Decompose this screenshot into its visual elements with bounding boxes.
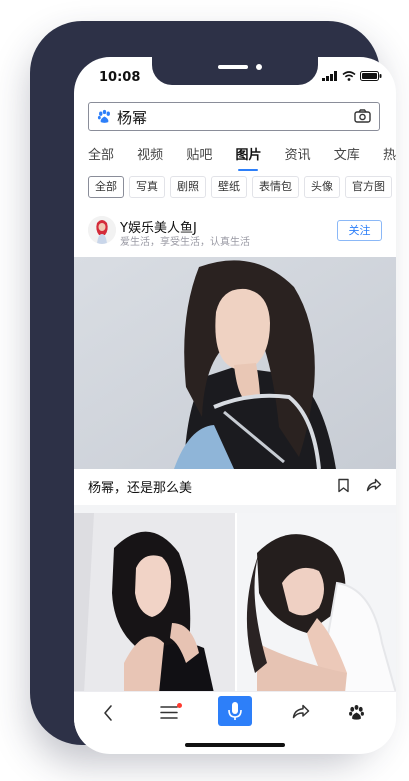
back-icon[interactable]	[102, 704, 114, 722]
chip-official[interactable]: 官方图	[345, 176, 392, 198]
post-header: Y娱乐美人鱼J 爱生活，享受生活，认真生活 关注	[88, 216, 382, 248]
search-input[interactable]: 杨幂	[117, 107, 147, 128]
chip-stills[interactable]: 剧照	[170, 176, 206, 198]
front-camera	[256, 64, 262, 70]
avatar[interactable]	[88, 216, 116, 244]
notification-dot	[177, 703, 182, 708]
tab-news[interactable]: 资讯	[285, 144, 311, 163]
author-tagline: 爱生活，享受生活，认真生活	[120, 237, 250, 248]
search-bar[interactable]: 杨幂	[88, 102, 380, 131]
search-tabs: 全部 视频 贴吧 图片 资讯 文库 热	[88, 144, 396, 171]
screen: 10:08 杨幂 全部 视频 贴吧 图片 资讯 文库 热 全部 写真 剧照 壁纸…	[74, 57, 396, 754]
battery-icon	[360, 71, 382, 81]
wifi-icon	[342, 71, 356, 81]
tab-images[interactable]: 图片	[235, 144, 261, 171]
tab-library[interactable]: 文库	[334, 144, 360, 163]
chip-avatar[interactable]: 头像	[304, 176, 340, 198]
share-icon[interactable]	[366, 478, 382, 492]
voice-search-button[interactable]	[218, 696, 252, 726]
camera-icon[interactable]	[354, 109, 371, 123]
microphone-icon	[228, 702, 242, 720]
home-indicator[interactable]	[185, 743, 285, 747]
forward-share-icon[interactable]	[292, 704, 310, 719]
filter-chips: 全部 写真 剧照 壁纸 表情包 头像 官方图	[88, 176, 396, 198]
grid-photo-right[interactable]	[237, 513, 396, 693]
chip-stickers[interactable]: 表情包	[252, 176, 299, 198]
bookmark-icon[interactable]	[337, 478, 350, 493]
chip-all[interactable]: 全部	[88, 176, 124, 198]
main-photo[interactable]	[74, 257, 396, 469]
speaker	[218, 65, 248, 69]
follow-button[interactable]: 关注	[337, 220, 382, 241]
chip-wallpaper[interactable]: 壁纸	[211, 176, 247, 198]
tab-tieba[interactable]: 贴吧	[186, 144, 212, 163]
section-divider	[74, 505, 396, 513]
status-time: 10:08	[99, 70, 141, 85]
status-icons	[322, 71, 382, 81]
signal-icon	[322, 71, 337, 81]
tab-hot[interactable]: 热	[383, 144, 396, 163]
baidu-paw-icon	[97, 109, 110, 123]
grid-photo-left[interactable]	[74, 513, 235, 693]
menu-icon	[160, 706, 178, 719]
chip-photoshoot[interactable]: 写真	[129, 176, 165, 198]
notch	[152, 57, 318, 85]
tab-video[interactable]: 视频	[137, 144, 163, 163]
post-caption: 杨幂，还是那么美	[88, 481, 193, 496]
bottom-toolbar	[74, 691, 396, 740]
post-actions	[337, 478, 382, 493]
tab-all[interactable]: 全部	[88, 144, 114, 163]
baidu-home-icon[interactable]	[348, 704, 365, 721]
phone-frame: 10:08 杨幂 全部 视频 贴吧 图片 资讯 文库 热 全部 写真 剧照 壁纸…	[30, 21, 396, 754]
menu-button[interactable]	[160, 703, 182, 724]
